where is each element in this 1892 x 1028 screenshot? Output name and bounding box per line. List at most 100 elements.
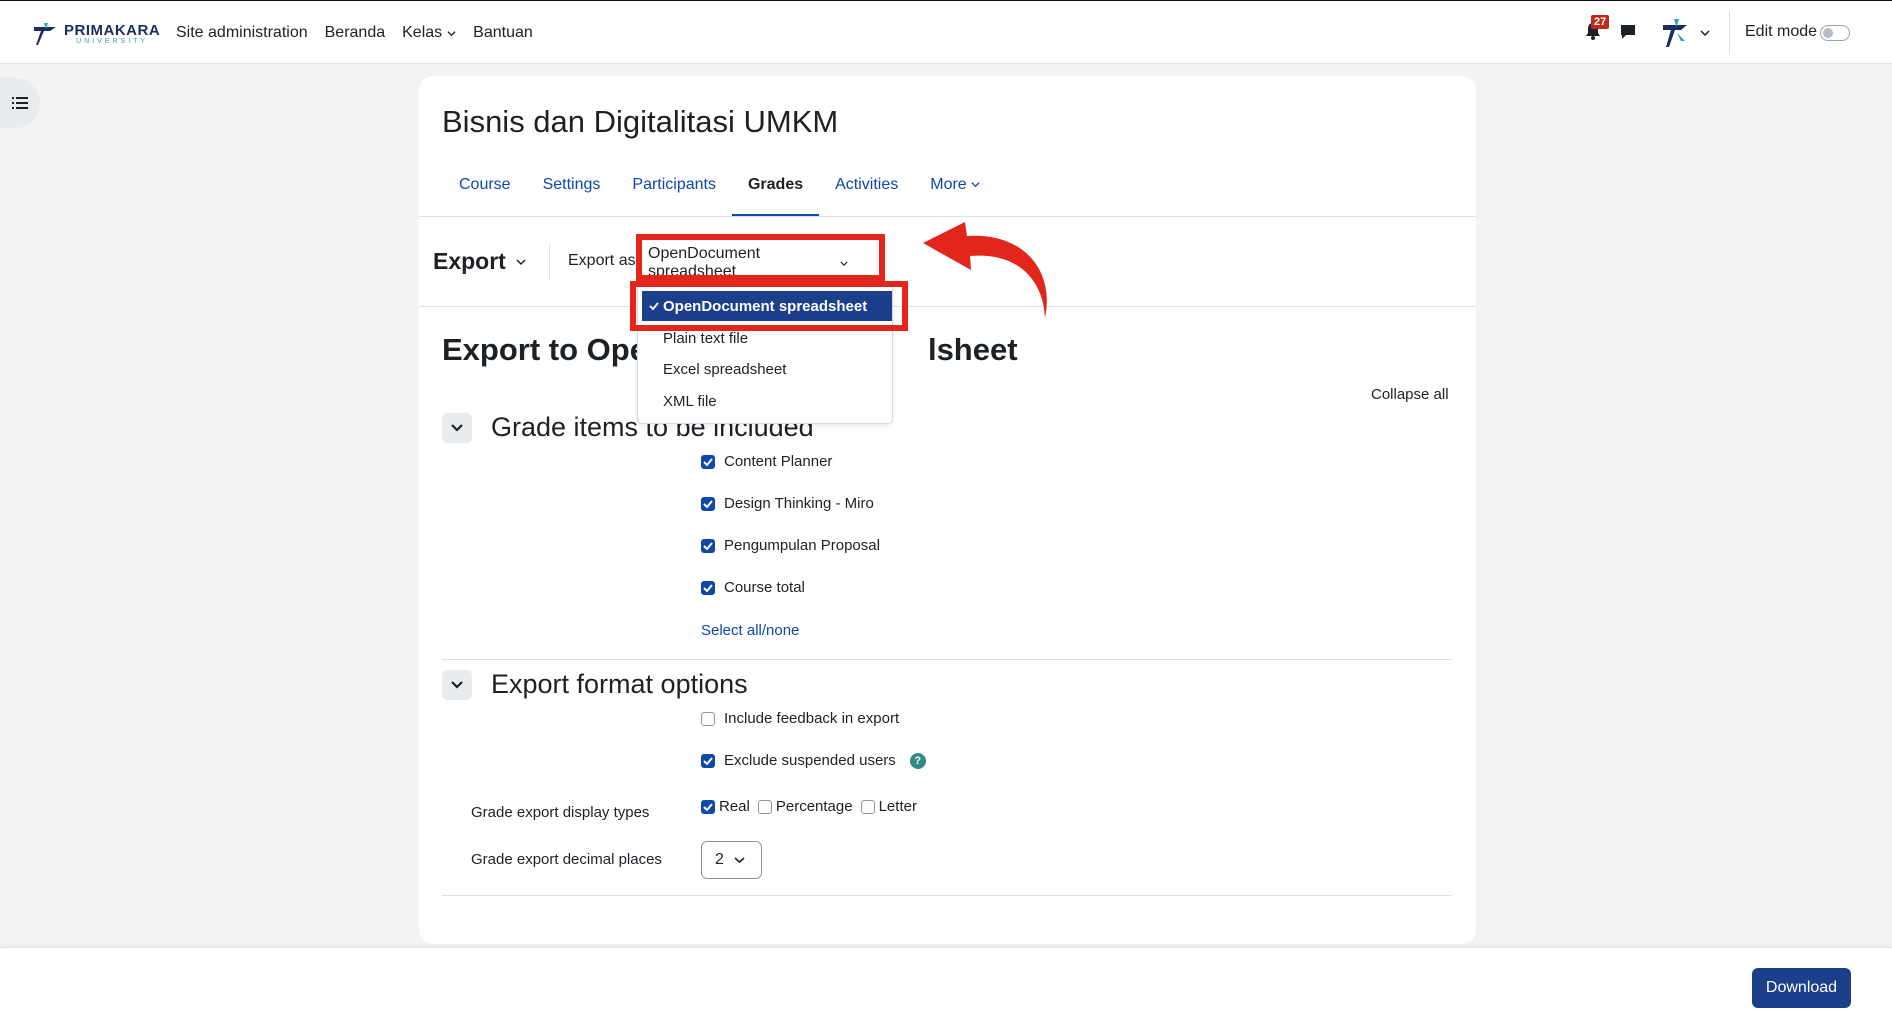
exclude-suspended-label: Exclude suspended users (724, 752, 896, 769)
logo-sub-text: UNIVERSITY (76, 38, 149, 45)
page-heading-left: Export to Ope (442, 332, 647, 367)
chevron-down-icon (451, 423, 463, 432)
site-logo[interactable]: PRIMAKARA UNIVERSITY (30, 19, 160, 49)
nav-kelas-label: Kelas (402, 24, 443, 41)
annotation-highlight-select (636, 234, 885, 281)
chevron-down-icon (451, 680, 463, 689)
display-types-label: Grade export display types (471, 804, 650, 821)
page-heading-right: lsheet (927, 332, 1018, 367)
notification-count-badge: 27 (1591, 15, 1610, 29)
menu-item-label: Excel spreadsheet (663, 360, 787, 378)
grade-item-label: Design Thinking - Miro (724, 495, 874, 512)
menu-item-xml[interactable]: XML file (638, 386, 894, 416)
collapse-all-link[interactable]: Collapse all (1371, 386, 1449, 403)
grade-item-checkbox[interactable] (701, 496, 715, 511)
format-options-title: Export format options (491, 669, 748, 699)
download-button[interactable]: Download (1752, 968, 1851, 1008)
tab-more-label: More (930, 176, 967, 193)
grade-item-row: Pengumpulan Proposal (701, 537, 880, 554)
main-content-card: Bisnis dan Digitalitasi UMKM Course Sett… (419, 76, 1476, 944)
nav-bantuan[interactable]: Bantuan (473, 24, 533, 42)
edit-mode-label: Edit mode (1745, 23, 1818, 40)
divider (419, 216, 1476, 217)
annotation-highlight-option (630, 281, 908, 331)
export-heading: Export (433, 248, 506, 274)
chevron-down-icon (734, 857, 745, 864)
exclude-suspended-checkbox[interactable] (701, 753, 715, 768)
menu-item-label: XML file (663, 392, 717, 410)
tab-activities[interactable]: Activities (819, 176, 914, 216)
divider (442, 659, 1452, 660)
course-secondary-nav: Course Settings Participants Grades Acti… (459, 176, 996, 217)
grade-item-row: Course total (701, 579, 805, 596)
chevron-down-icon (971, 182, 980, 188)
grade-item-row: Design Thinking - Miro (701, 495, 874, 512)
section-collapse-toggle[interactable] (442, 669, 472, 700)
display-type-label: Letter (878, 798, 917, 815)
chat-icon[interactable] (1619, 23, 1637, 41)
display-types-group: Real Percentage Letter (701, 798, 925, 815)
check-icon (703, 457, 713, 466)
divider (549, 244, 550, 280)
display-type-checkbox[interactable] (757, 799, 772, 814)
export-as-label: Export as (568, 252, 636, 269)
check-icon (703, 802, 713, 811)
toggle-knob (1823, 28, 1833, 38)
list-icon (12, 97, 28, 109)
display-type-label: Percentage (775, 798, 853, 815)
course-title: Bisnis dan Digitalitasi UMKM (442, 104, 839, 139)
display-type-checkbox[interactable] (860, 799, 875, 814)
exclude-suspended-row: Exclude suspended users ? (701, 752, 926, 769)
primary-navigation: Site administration Beranda Kelas Bantua… (176, 1, 533, 65)
display-type-letter[interactable]: Letter (860, 798, 917, 815)
decimal-places-value: 2 (715, 851, 724, 868)
tab-grades[interactable]: Grades (731, 176, 820, 217)
menu-item-label: Plain text file (663, 329, 749, 347)
tab-course[interactable]: Course (459, 176, 527, 216)
divider (442, 895, 1452, 896)
format-options-section-header: Export format options (442, 669, 748, 700)
display-type-checkbox[interactable] (701, 799, 715, 814)
grade-item-label: Course total (724, 579, 805, 596)
edit-mode-toggle[interactable] (1820, 25, 1850, 41)
menu-item-excel[interactable]: Excel spreadsheet (638, 354, 894, 384)
logo-brand-text: PRIMAKARA (64, 22, 161, 39)
include-feedback-row: Include feedback in export (701, 710, 899, 727)
decimal-places-select[interactable]: 2 (701, 841, 762, 879)
check-icon (703, 541, 713, 550)
grade-item-row: Content Planner (701, 453, 832, 470)
tab-more[interactable]: More (914, 176, 996, 216)
sticky-footer (0, 947, 1892, 1028)
tab-settings[interactable]: Settings (527, 176, 617, 216)
top-navbar: PRIMAKARA UNIVERSITY Site administration… (0, 0, 1892, 64)
grade-item-label: Pengumpulan Proposal (724, 537, 880, 554)
grade-item-checkbox[interactable] (701, 538, 715, 553)
help-icon[interactable]: ? (909, 752, 926, 769)
chevron-down-icon[interactable] (1700, 28, 1710, 38)
include-feedback-label: Include feedback in export (724, 710, 900, 727)
display-type-percentage[interactable]: Percentage (757, 798, 853, 815)
check-icon (703, 583, 713, 592)
primakara-logo-icon (34, 23, 56, 45)
chevron-down-icon (516, 258, 526, 265)
nav-kelas[interactable]: Kelas (402, 24, 456, 42)
select-all-none-link[interactable]: Select all/none (701, 622, 799, 639)
tab-participants[interactable]: Participants (616, 176, 732, 216)
nav-divider (1729, 11, 1730, 55)
annotation-arrow-icon (923, 222, 1047, 318)
display-type-label: Real (719, 798, 750, 815)
section-collapse-toggle[interactable] (442, 412, 472, 443)
grade-item-checkbox[interactable] (701, 580, 715, 595)
user-avatar[interactable] (1657, 15, 1693, 51)
nav-site-administration[interactable]: Site administration (176, 24, 308, 42)
include-feedback-checkbox[interactable] (701, 711, 715, 726)
course-index-toggle[interactable] (0, 78, 40, 128)
display-type-real[interactable]: Real (701, 798, 750, 815)
chevron-down-icon (447, 30, 456, 36)
grade-item-checkbox[interactable] (701, 454, 715, 469)
nav-beranda[interactable]: Beranda (325, 24, 386, 42)
check-icon (703, 756, 713, 765)
check-icon (703, 499, 713, 508)
export-action-menu[interactable]: Export (433, 248, 526, 275)
decimal-places-label: Grade export decimal places (471, 851, 662, 868)
